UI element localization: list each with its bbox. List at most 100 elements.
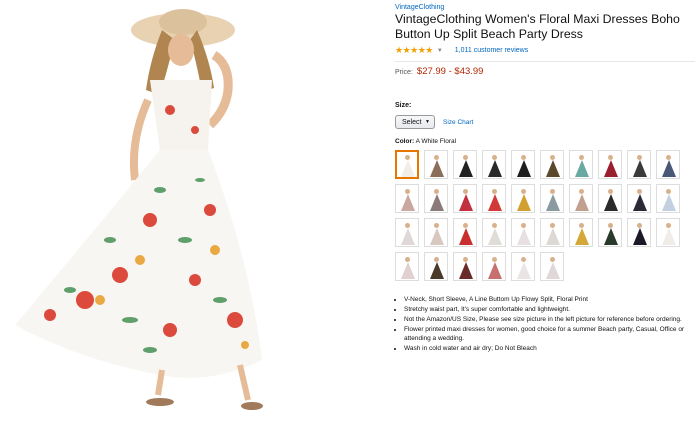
color-swatch[interactable] (424, 184, 448, 213)
price-label: Price: (395, 69, 413, 76)
swatch-dress-shape (517, 160, 531, 177)
swatch-dress-shape (575, 194, 589, 211)
color-swatch[interactable] (453, 218, 477, 247)
brand-link[interactable]: VintageClothing (395, 4, 695, 11)
swatch-dress-shape (604, 160, 618, 177)
swatch-dress-shape (401, 160, 415, 177)
color-swatch[interactable] (395, 252, 419, 281)
swatch-dress-shape (488, 228, 502, 245)
swatch-dress-shape (430, 228, 444, 245)
color-swatch[interactable] (656, 150, 680, 179)
color-swatch[interactable] (453, 150, 477, 179)
color-swatch[interactable] (482, 218, 506, 247)
swatch-dress-shape (546, 262, 560, 279)
color-swatch[interactable] (656, 218, 680, 247)
swatch-dress-shape (488, 262, 502, 279)
swatch-dress-shape (604, 194, 618, 211)
swatch-dress-shape (575, 160, 589, 177)
swatch-dress-shape (633, 228, 647, 245)
feature-bullet: Flower printed maxi dresses for women, g… (404, 325, 696, 343)
color-swatches (395, 150, 695, 283)
size-chart-link[interactable]: Size Chart (443, 119, 473, 126)
color-swatch[interactable] (540, 184, 564, 213)
color-swatch[interactable] (540, 218, 564, 247)
feature-bullet: V-Neck, Short Sleeve, A Line Buttom Up F… (404, 295, 696, 304)
product-details: VintageClothing VintageClothing Women's … (395, 4, 695, 354)
color-swatch[interactable] (511, 150, 535, 179)
color-swatch[interactable] (627, 218, 651, 247)
size-select-value: Select (402, 118, 422, 126)
swatch-dress-shape (430, 160, 444, 177)
swatch-dress-shape (459, 262, 473, 279)
color-swatch[interactable] (569, 184, 593, 213)
color-swatch[interactable] (627, 184, 651, 213)
star-rating-icon[interactable]: ★★★★★ (395, 45, 433, 56)
color-swatch[interactable] (627, 150, 651, 179)
swatch-dress-shape (517, 194, 531, 211)
swatch-dress-shape (633, 194, 647, 211)
color-swatch[interactable] (453, 252, 477, 281)
swatch-dress-shape (633, 160, 647, 177)
color-swatch[interactable] (540, 150, 564, 179)
color-swatch[interactable] (511, 252, 535, 281)
rating-row: ★★★★★ ▼ 1,011 customer reviews (395, 45, 695, 56)
color-swatch[interactable] (569, 218, 593, 247)
color-swatch[interactable] (569, 150, 593, 179)
swatch-dress-shape (459, 160, 473, 177)
swatch-dress-shape (546, 228, 560, 245)
swatch-dress-shape (430, 194, 444, 211)
color-swatch[interactable] (395, 150, 419, 179)
color-label: Color: A White Floral (395, 138, 695, 145)
color-swatch[interactable] (395, 184, 419, 213)
divider (395, 61, 695, 62)
swatch-dress-shape (575, 228, 589, 245)
size-row: Select ▼ Size Chart (395, 115, 695, 129)
color-swatch[interactable] (453, 184, 477, 213)
feature-bullet: Stretchy waist part, It's super comforta… (404, 305, 696, 314)
color-swatch[interactable] (482, 252, 506, 281)
product-photo[interactable] (0, 0, 290, 421)
swatch-dress-shape (459, 228, 473, 245)
feature-bullets: V-Neck, Short Sleeve, A Line Buttom Up F… (395, 295, 696, 353)
color-swatch[interactable] (511, 218, 535, 247)
color-label-key: Color: (395, 138, 415, 145)
swatch-dress-shape (662, 228, 676, 245)
feature-bullet: Wash in cold water and air dry; Do Not B… (404, 344, 696, 353)
swatch-dress-shape (604, 228, 618, 245)
swatch-dress-shape (517, 228, 531, 245)
color-swatch[interactable] (598, 184, 622, 213)
color-swatch[interactable] (511, 184, 535, 213)
color-swatch[interactable] (482, 184, 506, 213)
size-select[interactable]: Select ▼ (395, 115, 435, 129)
feature-bullet: Not the Amazon/US Size, Please see size … (404, 315, 696, 324)
color-swatch[interactable] (540, 252, 564, 281)
color-swatch[interactable] (424, 218, 448, 247)
color-swatch[interactable] (598, 150, 622, 179)
color-swatch[interactable] (424, 150, 448, 179)
swatch-dress-shape (430, 262, 444, 279)
color-value: A White Floral (415, 138, 457, 145)
product-title: VintageClothing Women's Floral Maxi Dres… (395, 12, 680, 41)
swatch-dress-shape (401, 228, 415, 245)
swatch-dress-shape (459, 194, 473, 211)
customer-reviews-link[interactable]: 1,011 customer reviews (455, 47, 528, 54)
color-swatch[interactable] (482, 150, 506, 179)
swatch-dress-shape (401, 194, 415, 211)
swatch-dress-shape (546, 160, 560, 177)
color-swatch[interactable] (424, 252, 448, 281)
price-value: $27.99 - $43.99 (416, 66, 484, 77)
chevron-down-icon[interactable]: ▼ (437, 48, 443, 54)
color-swatch[interactable] (598, 218, 622, 247)
color-swatch[interactable] (395, 218, 419, 247)
price-row: Price: $27.99 - $43.99 (395, 66, 695, 77)
size-label: Size: (395, 102, 412, 109)
swatch-dress-shape (517, 262, 531, 279)
swatch-dress-shape (662, 160, 676, 177)
swatch-dress-shape (401, 262, 415, 279)
swatch-dress-shape (488, 194, 502, 211)
color-swatch[interactable] (656, 184, 680, 213)
swatch-dress-shape (546, 194, 560, 211)
swatch-dress-shape (488, 160, 502, 177)
chevron-down-icon: ▼ (425, 119, 430, 125)
swatch-dress-shape (662, 194, 676, 211)
